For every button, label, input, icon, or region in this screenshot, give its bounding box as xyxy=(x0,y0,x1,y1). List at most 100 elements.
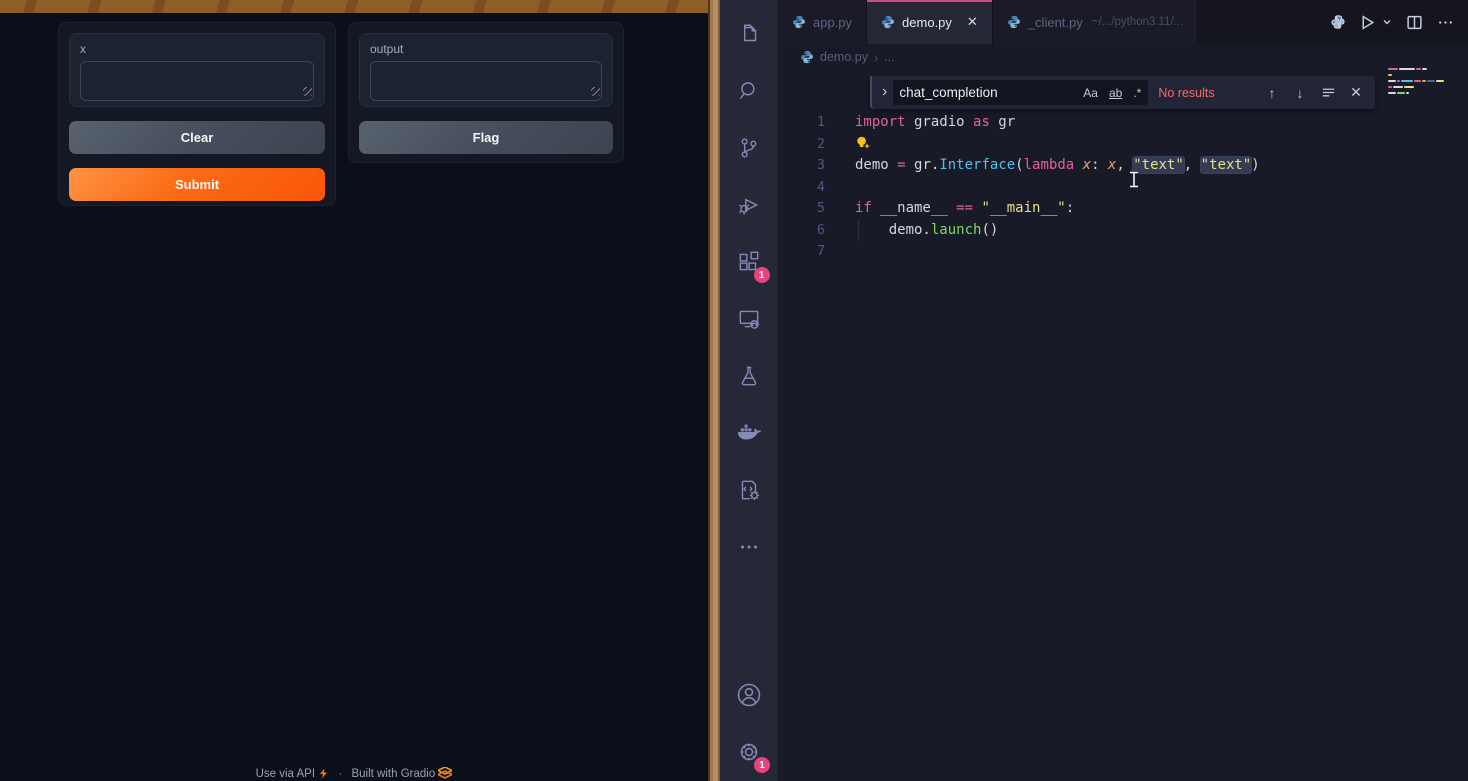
minimap-segment xyxy=(1406,92,1409,94)
activity-bar-bottom: 1 xyxy=(720,661,778,775)
resize-handle-icon[interactable] xyxy=(591,87,600,96)
line-number: 4 xyxy=(778,177,825,199)
code-line: 7 xyxy=(778,241,1398,263)
minimap[interactable] xyxy=(1388,68,1444,98)
window-divider-sash[interactable] xyxy=(708,0,720,781)
extensions-icon[interactable]: 1 xyxy=(726,239,772,285)
minimap-segment xyxy=(1414,80,1422,82)
tab-bar: app.py demo.py ✕ _client.py ~/.../python… xyxy=(778,0,1468,44)
minimap-segment xyxy=(1427,80,1435,82)
minimap-row xyxy=(1388,74,1444,76)
clear-button[interactable]: Clear xyxy=(69,121,325,154)
find-in-selection-icon[interactable] xyxy=(1317,82,1339,104)
split-editor-icon[interactable] xyxy=(1406,14,1423,31)
line-content: import gradio as gr xyxy=(855,112,1015,134)
accounts-icon[interactable] xyxy=(726,672,772,718)
whole-word-icon[interactable]: ab xyxy=(1105,84,1126,102)
close-tab-icon[interactable]: ✕ xyxy=(967,14,978,30)
code-token: if xyxy=(855,200,872,216)
code-token: "text" xyxy=(1201,157,1252,173)
more-views-icon[interactable] xyxy=(726,524,772,570)
match-case-icon[interactable]: Aa xyxy=(1079,84,1102,102)
code-token: ( xyxy=(1015,157,1023,173)
code-token: gradio xyxy=(906,114,973,130)
run-and-debug-icon[interactable] xyxy=(726,182,772,228)
regex-icon[interactable]: .* xyxy=(1129,84,1145,102)
code-token: : xyxy=(1091,157,1108,173)
previous-match-icon[interactable]: ↑ xyxy=(1261,82,1283,104)
settings-gear-icon[interactable]: 1 xyxy=(726,729,772,775)
gradio-footer: Use via API · Built with Gradio xyxy=(0,767,708,780)
editor-actions xyxy=(1319,0,1468,44)
editor-region: app.py demo.py ✕ _client.py ~/.../python… xyxy=(778,0,1468,781)
code-token: demo xyxy=(855,157,897,173)
submit-button[interactable]: Submit xyxy=(69,168,325,201)
flag-button[interactable]: Flag xyxy=(359,121,613,154)
minimap-row xyxy=(1388,92,1444,94)
line-number: 7 xyxy=(778,241,825,263)
minimap-segment xyxy=(1436,80,1444,82)
code-line: 2 xyxy=(778,134,1398,156)
extensions-badge: 1 xyxy=(754,267,770,283)
browser-loading-stripe xyxy=(0,0,708,13)
gradio-logo-icon xyxy=(438,767,452,779)
close-find-icon[interactable]: ✕ xyxy=(1345,82,1367,104)
search-icon[interactable] xyxy=(726,68,772,114)
minimap-row xyxy=(1388,86,1444,88)
find-input[interactable] xyxy=(893,85,1079,100)
output-textarea[interactable] xyxy=(370,61,602,101)
code-token xyxy=(1074,157,1082,173)
minimap-segment xyxy=(1422,68,1427,70)
tab-app-py[interactable]: app.py xyxy=(778,0,867,44)
tab-client-py[interactable]: _client.py ~/.../python3.11/... xyxy=(993,0,1198,44)
code-area[interactable]: 1import gradio as gr23demo = gr.Interfac… xyxy=(778,112,1398,263)
activity-bar: 1 1 xyxy=(720,0,778,781)
explorer-icon[interactable] xyxy=(726,11,772,57)
code-token: , xyxy=(1184,157,1201,173)
code-token: as xyxy=(973,114,990,130)
testing-icon[interactable] xyxy=(726,353,772,399)
code-token: Interface xyxy=(939,157,1015,173)
docker-icon[interactable] xyxy=(726,410,772,456)
tab-label: demo.py xyxy=(902,15,952,30)
minimap-segment xyxy=(1422,80,1426,82)
breadcrumb[interactable]: demo.py › ... xyxy=(778,44,1468,70)
use-via-api-link[interactable]: Use via API xyxy=(256,768,315,780)
tab-label: _client.py xyxy=(1028,15,1083,30)
vscode-window: 1 1 xyxy=(720,0,1468,781)
breadcrumb-file[interactable]: demo.py xyxy=(820,50,868,64)
minimap-segment xyxy=(1397,92,1405,94)
built-with-gradio-link[interactable]: Built with Gradio xyxy=(351,768,435,780)
screen: x Clear Submit output Flag Use via API ·… xyxy=(0,0,1468,781)
next-match-icon[interactable]: ↓ xyxy=(1289,82,1311,104)
toggle-replace-chevron-icon[interactable]: › xyxy=(882,83,887,101)
code-line: 4 xyxy=(778,177,1398,199)
lightbulb-icon[interactable] xyxy=(855,135,871,151)
minimap-segment xyxy=(1388,92,1396,94)
code-token: demo. xyxy=(855,222,931,238)
remote-explorer-icon[interactable] xyxy=(726,296,772,342)
resize-handle-icon[interactable] xyxy=(303,87,312,96)
more-actions-icon[interactable] xyxy=(1437,14,1454,31)
line-content xyxy=(855,134,871,156)
run-dropdown-chevron-icon[interactable] xyxy=(1382,17,1392,27)
run-config-icon[interactable] xyxy=(726,467,772,513)
code-token: x xyxy=(1083,157,1091,173)
gradio-input-panel: x Clear Submit xyxy=(58,22,336,206)
code-line: 1import gradio as gr xyxy=(778,112,1398,134)
source-control-icon[interactable] xyxy=(726,125,772,171)
minimap-segment xyxy=(1404,86,1414,88)
code-line: 3demo = gr.Interface(lambda x: x, "text"… xyxy=(778,155,1398,177)
run-python-file-icon[interactable] xyxy=(1359,14,1376,31)
code-token: = xyxy=(897,157,905,173)
minimap-segment xyxy=(1393,86,1403,88)
code-token: () xyxy=(981,222,998,238)
output-label: output xyxy=(370,42,602,56)
code-token: gr xyxy=(990,114,1015,130)
tab-demo-py[interactable]: demo.py ✕ xyxy=(867,0,993,44)
breadcrumb-more[interactable]: ... xyxy=(884,50,894,64)
input-textarea[interactable] xyxy=(80,61,314,101)
minimap-segment xyxy=(1388,74,1392,76)
python-interpreter-icon[interactable] xyxy=(1331,15,1345,29)
editor-body[interactable]: demo.py › ... › Aa ab .* No results ↑ xyxy=(778,44,1468,781)
